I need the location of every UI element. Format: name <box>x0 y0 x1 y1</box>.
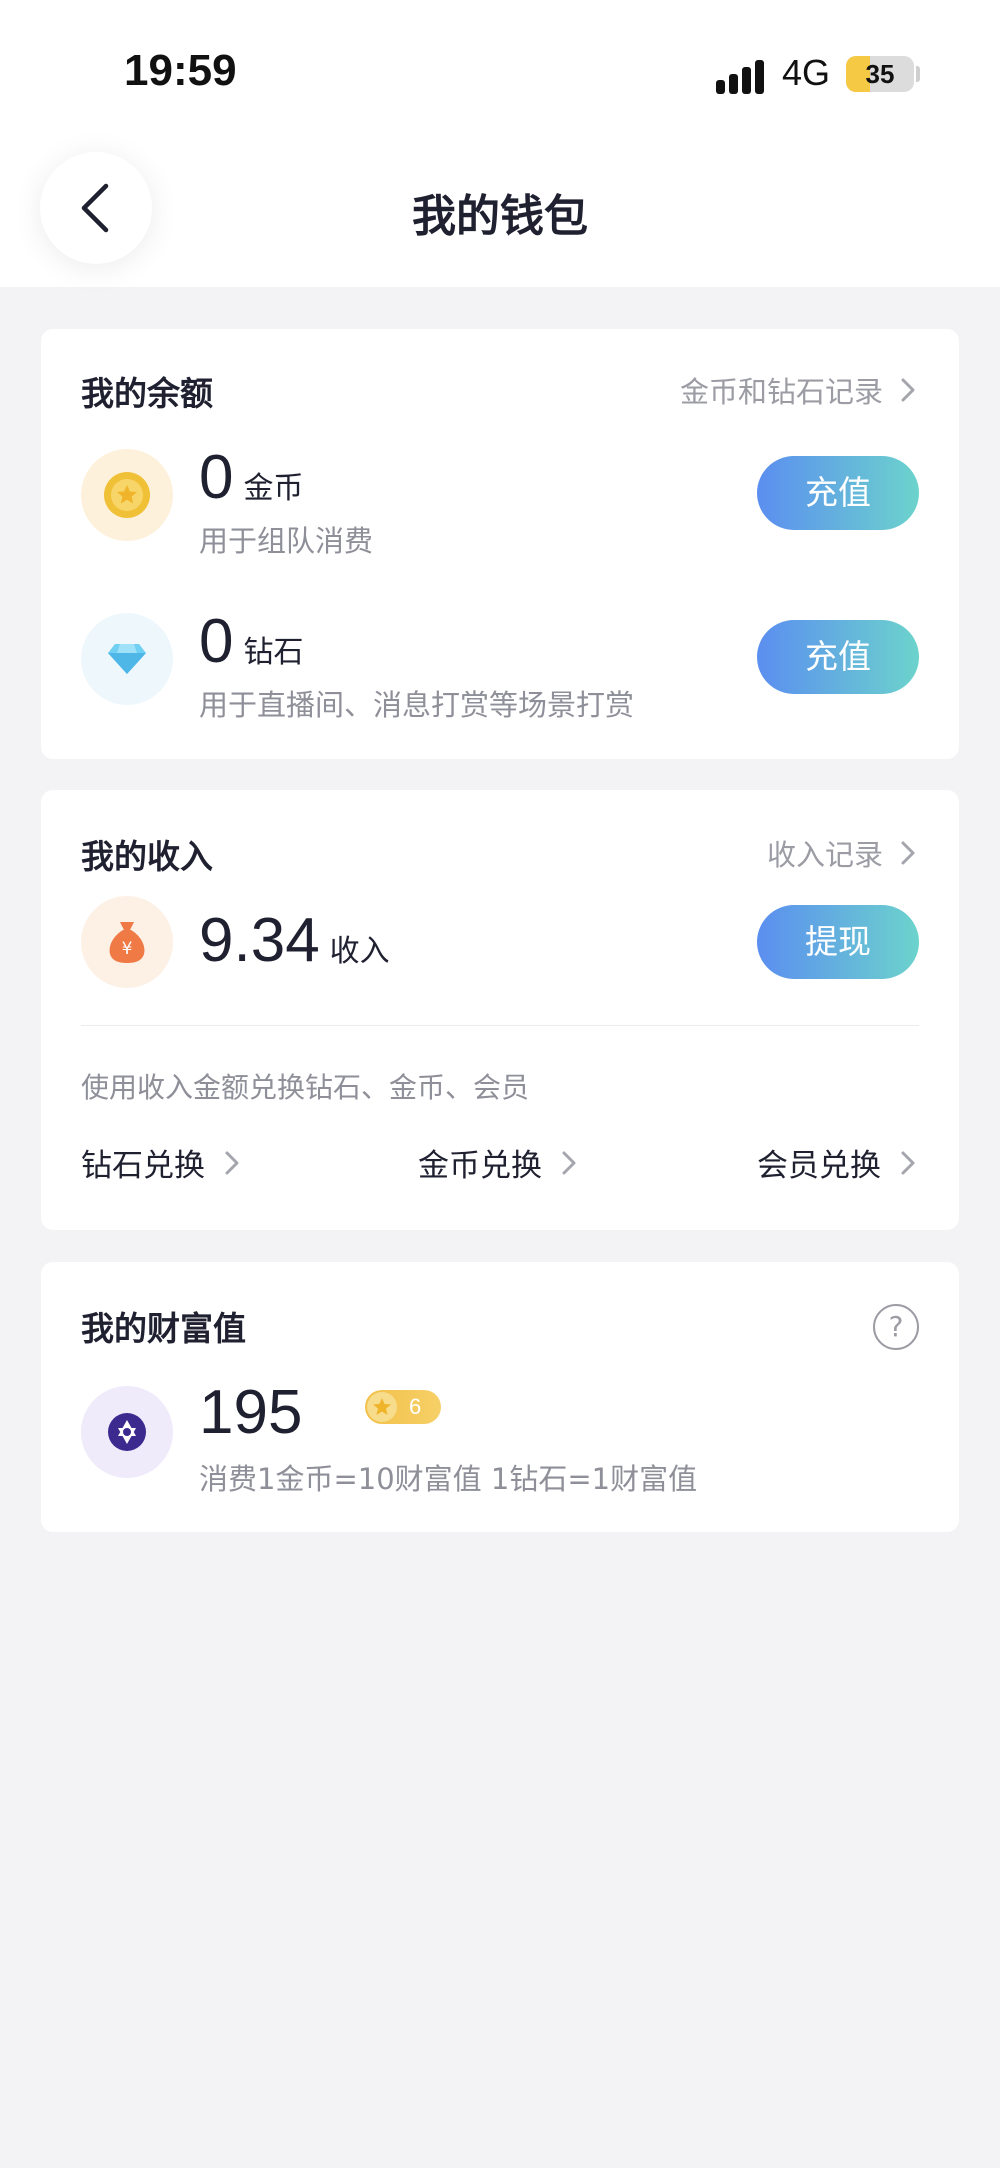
vip-exchange-label: 会员兑换 <box>757 1148 881 1184</box>
wealth-card: 我的财富值 ? 195 6 消费1金币=10财富值 1钻石=1财富值 <box>41 1262 959 1532</box>
wealth-title: 我的财富值 <box>81 1309 246 1348</box>
coin-diamond-records-link[interactable]: 金币和钻石记录 <box>680 369 919 411</box>
exchange-hint: 使用收入金额兑换钻石、金币、会员 <box>81 1071 530 1104</box>
diamond-unit: 钻石 <box>243 636 304 669</box>
coin-recharge-button[interactable]: 充值 <box>757 456 919 530</box>
withdraw-button[interactable]: 提现 <box>757 905 919 979</box>
diamond-balance: 0 钻石 <box>199 611 303 673</box>
wealth-level-badge: 6 <box>365 1390 441 1424</box>
coin-icon <box>104 472 150 518</box>
level-star-icon <box>367 1392 397 1422</box>
svg-text:¥: ¥ <box>122 939 133 959</box>
income-divider <box>81 1025 919 1026</box>
page-title: 我的钱包 <box>412 191 588 242</box>
diamond-exchange-label: 钻石兑换 <box>81 1148 205 1184</box>
chevron-right-icon <box>562 1151 576 1174</box>
coin-exchange-label: 金币兑换 <box>418 1148 542 1184</box>
balance-card: 我的余额 金币和钻石记录 0 金币 用于组队消费 充值 0 钻石 用于直播间、消息打… <box>41 329 959 759</box>
battery-tip <box>916 66 920 82</box>
wealth-desc: 消费1金币=10财富值 1钻石=1财富值 <box>199 1462 698 1496</box>
income-amount: 9.34 <box>199 906 320 975</box>
chevron-right-icon <box>901 1151 915 1174</box>
chevron-right-icon <box>901 378 915 402</box>
income-card: 我的收入 收入记录 ¥ 9.34 收入 提现 使用收入金额兑换钻石、金币、会员 钻… <box>41 790 959 1230</box>
diamond-exchange-link[interactable]: 钻石兑换 <box>81 1140 243 1185</box>
wealth-value: 195 <box>199 1378 303 1447</box>
income-records-link[interactable]: 收入记录 <box>767 832 919 874</box>
income-balance: 9.34 收入 <box>199 910 390 972</box>
income-records-label: 收入记录 <box>766 838 883 872</box>
income-unit: 收入 <box>329 935 390 968</box>
chevron-right-icon <box>225 1151 239 1174</box>
money-bag-icon-bg: ¥ <box>81 896 173 988</box>
coin-desc: 用于组队消费 <box>199 524 374 558</box>
diamond-recharge-button[interactable]: 充值 <box>757 620 919 694</box>
diamond-icon-bg <box>81 613 173 705</box>
coin-unit: 金币 <box>243 472 304 505</box>
help-icon[interactable]: ? <box>873 1304 919 1350</box>
wealth-icon-bg <box>81 1386 173 1478</box>
coin-amount: 0 <box>199 443 234 512</box>
diamond-icon <box>108 644 146 674</box>
money-bag-icon: ¥ <box>109 922 145 963</box>
coin-icon-bg <box>81 449 173 541</box>
records-link-label: 金币和钻石记录 <box>679 375 883 409</box>
battery-percent: 35 <box>865 59 895 89</box>
wealth-level: 6 <box>409 1394 422 1419</box>
diamond-amount: 0 <box>199 607 234 676</box>
signal-icon <box>716 58 768 94</box>
battery-icon: 35 <box>846 56 914 92</box>
balance-title: 我的余额 <box>81 374 213 413</box>
vip-exchange-link[interactable]: 会员兑换 <box>757 1140 919 1185</box>
header: 19:59 4G 35 我的钱包 <box>0 0 1000 287</box>
wealth-star-icon <box>108 1413 146 1451</box>
network-label: 4G <box>782 52 831 93</box>
chevron-right-icon <box>901 841 915 865</box>
coin-exchange-link[interactable]: 金币兑换 <box>418 1140 580 1185</box>
income-title: 我的收入 <box>81 837 213 876</box>
status-time: 19:59 <box>124 46 237 95</box>
diamond-desc: 用于直播间、消息打赏等场景打赏 <box>199 688 635 722</box>
coin-balance: 0 金币 <box>199 447 303 509</box>
